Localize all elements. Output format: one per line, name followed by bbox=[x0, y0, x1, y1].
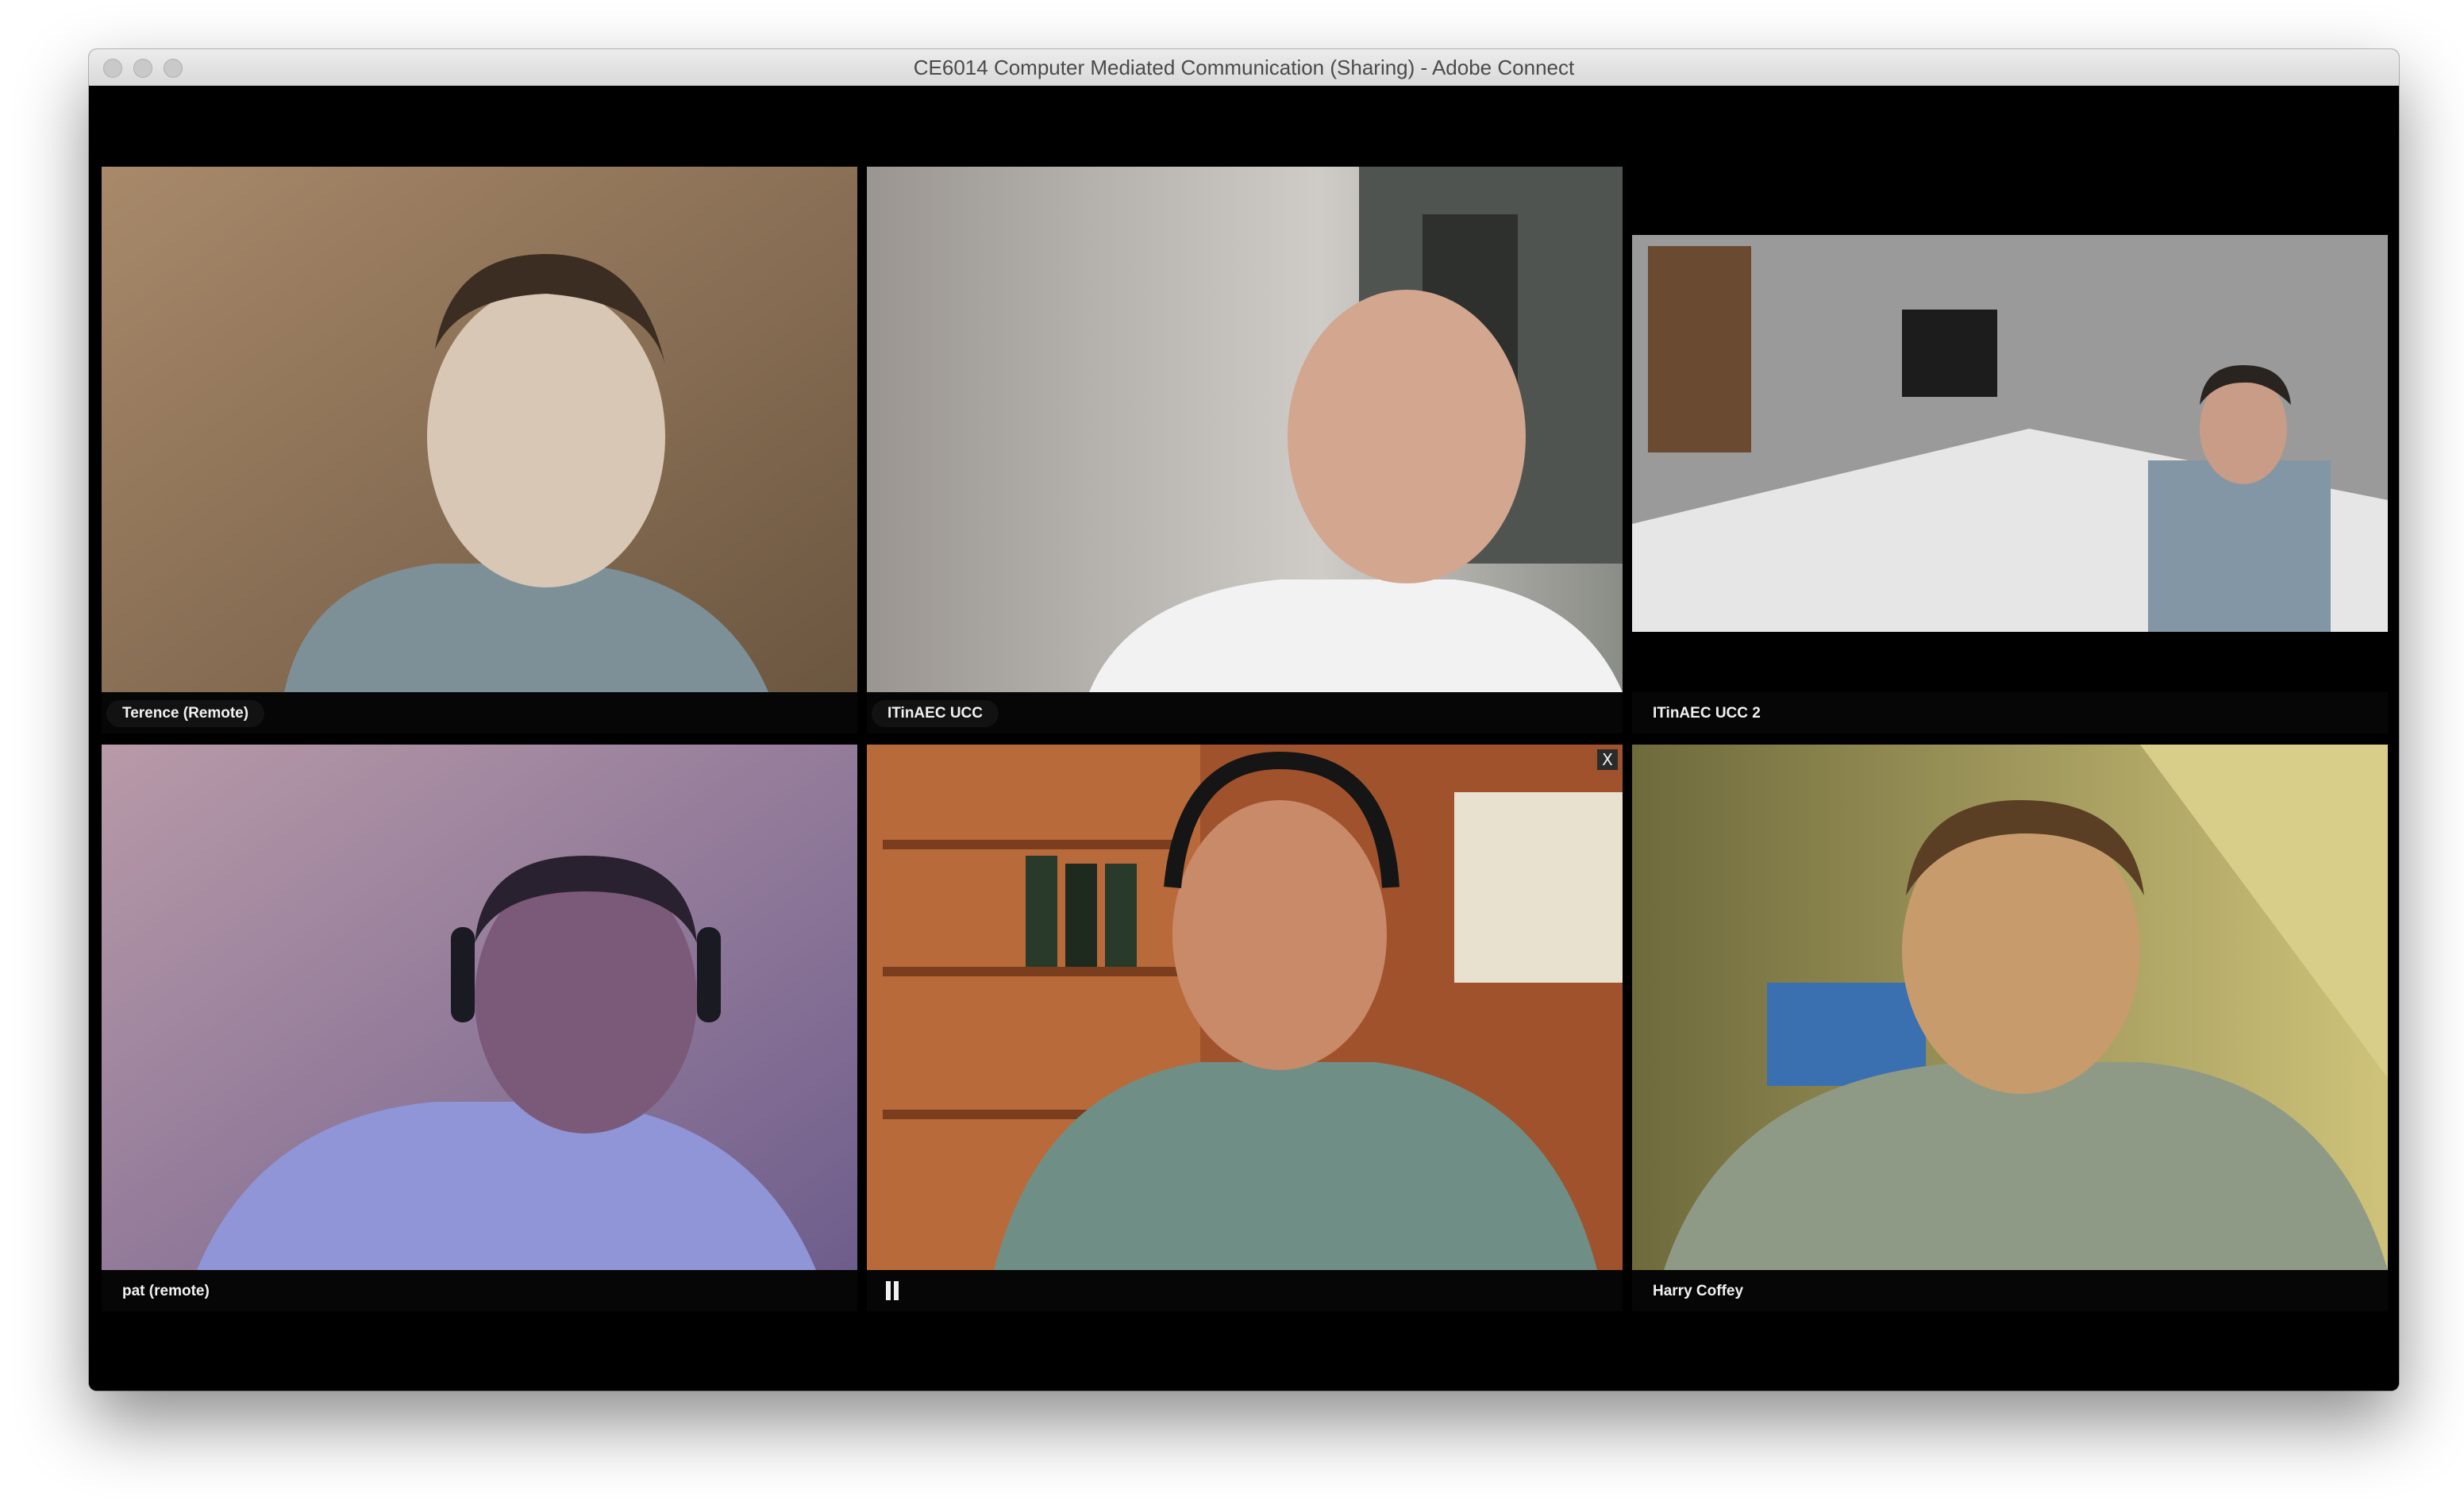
video-feed bbox=[867, 167, 1623, 692]
video-feed bbox=[102, 745, 857, 1270]
participant-name: Terence (Remote) bbox=[106, 700, 265, 727]
video-tile-itinaec-ucc-2[interactable]: ITinAEC UCC 2 bbox=[1632, 167, 2388, 733]
video-tile-terence[interactable]: Terence (Remote) bbox=[102, 167, 857, 733]
title-bar[interactable]: CE6014 Computer Mediated Communication (… bbox=[89, 49, 2399, 87]
pause-icon[interactable] bbox=[884, 1281, 900, 1300]
tile-label-bar bbox=[867, 1270, 1623, 1311]
video-feed bbox=[867, 745, 1623, 1270]
video-tile-pat[interactable]: pat (remote) bbox=[102, 745, 857, 1311]
participant-name: ITinAEC UCC bbox=[872, 700, 999, 727]
video-tile-itinaec-ucc[interactable]: ITinAEC UCC bbox=[867, 167, 1623, 733]
video-feed bbox=[1632, 745, 2388, 1270]
video-tile-harry-coffey[interactable]: Harry Coffey bbox=[1632, 745, 2388, 1311]
video-grid: Terence (Remote) ITinAEC UCC ITinAEC UCC… bbox=[89, 86, 2399, 1391]
participant-name: pat (remote) bbox=[122, 1283, 210, 1299]
close-icon[interactable]: X bbox=[1597, 749, 1618, 770]
participant-name: Harry Coffey bbox=[1653, 1283, 1744, 1299]
video-feed bbox=[102, 167, 857, 692]
tile-label-bar bbox=[102, 1270, 857, 1311]
video-tile-self[interactable]: X bbox=[867, 745, 1623, 1311]
window-title: CE6014 Computer Mediated Communication (… bbox=[913, 56, 1575, 79]
video-feed bbox=[1632, 167, 2388, 692]
participant-name: ITinAEC UCC 2 bbox=[1653, 705, 1761, 722]
tile-label-bar bbox=[1632, 1270, 2388, 1311]
app-window: CE6014 Computer Mediated Communication (… bbox=[89, 49, 2399, 1391]
